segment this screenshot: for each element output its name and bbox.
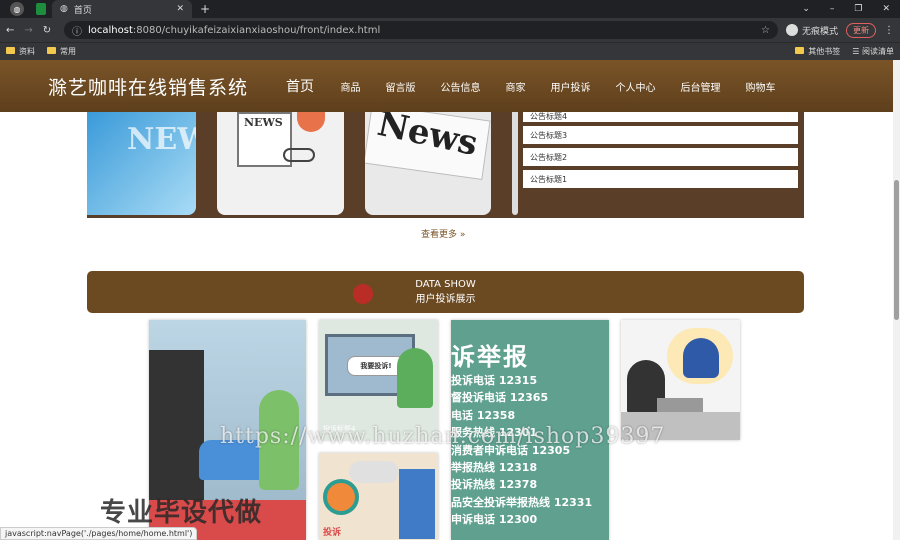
reading-list[interactable]: ☰ 阅读清单 [852,46,894,57]
folder-icon [795,47,805,54]
url-host: localhost [88,24,133,36]
person-illustration [397,348,433,408]
notice-item[interactable]: 公告标题4 [523,112,798,122]
magnifier-illustration [297,112,325,132]
browser-tab-strip: ◍ ◍ 首页 ✕ + ⌄ – ❐ ✕ [0,0,900,18]
globe-icon[interactable]: ◍ [10,2,24,16]
hotline-item: 申诉电话 12300 [451,513,538,527]
double-chevron-right-icon: » [459,230,466,240]
watermark-text: 专业毕设代做 [100,498,263,528]
incognito-icon [785,24,798,36]
bookmarks-bar: 资料 常用 其他书签 ☰ 阅读清单 [0,42,900,60]
complaint-card[interactable]: 投诉 [319,453,438,540]
scroll-thumb[interactable] [894,180,899,320]
bookmark-1[interactable]: 常用 [47,46,76,57]
hotline-item: 督投诉电话 12365 [451,391,549,405]
sheets-icon[interactable] [36,3,46,15]
browser-tab[interactable]: ◍ 首页 ✕ [52,0,192,18]
hotline-item: 投诉电话 12315 [451,374,538,387]
complaint-card[interactable]: 我要投诉! 投诉标题4 [319,320,438,440]
speech-bubble-text: 我要投诉! [360,362,392,370]
restore-icon[interactable]: ❐ [854,4,862,14]
update-button[interactable]: 更新 [846,22,876,38]
other-bookmarks[interactable]: 其他书签 [795,46,840,57]
close-window-icon[interactable]: ✕ [882,4,890,14]
globe-icon: ◍ [60,4,68,14]
telephone-illustration [323,479,359,515]
notice-item[interactable]: 公告标题2 [523,148,798,166]
hotline-item: 电话 12358 [451,408,516,422]
reload-icon[interactable]: ↻ [43,25,51,36]
notice-item[interactable]: 公告标题3 [523,126,798,144]
news-card[interactable] [512,112,518,215]
address-bar-row: ← → ↻ ⓘ localhost:8080/chuyikafeizaixian… [0,18,900,42]
info-icon[interactable]: ⓘ [72,23,82,38]
cursor-highlight [353,284,373,304]
news-card[interactable]: NEWS [217,112,344,215]
hotline-title: 诉举报 [451,343,529,371]
incognito-label: 无痕模式 [801,26,838,37]
hotline-item: 品安全投诉举报热线 12331 [451,495,593,509]
nav-guestbook[interactable]: 留言版 [373,79,428,94]
news-card-word: NEWS [244,116,283,129]
news-section: NEW NEWS News 公告标题4 公告标题3 公告标题2 公告标题1 [87,112,804,218]
view-more-link[interactable]: 查看更多 » [421,227,465,240]
folder-icon [47,47,56,54]
nav-complaints[interactable]: 用户投诉 [538,79,603,94]
nav-home[interactable]: 首页 [286,76,328,96]
incognito-indicator[interactable]: 无痕模式 [785,24,838,37]
more-icon[interactable]: ⋮ [884,25,894,36]
watermark-url: https://www.huzhan.com/ishop39397 [220,424,666,449]
forward-icon[interactable]: → [24,25,32,36]
data-show-subtitle: 用户投诉展示 [415,294,476,305]
news-card[interactable]: News [365,112,491,215]
handset-illustration [349,461,399,483]
tab-title: 首页 [73,5,92,16]
nav-profile[interactable]: 个人中心 [603,79,668,94]
url-path: :8080/chuyikafeizaixianxiaoshou/front/in… [132,24,381,36]
new-tab-icon[interactable]: + [200,2,210,16]
page-scrollbar[interactable] [893,60,900,540]
close-icon[interactable]: ✕ [176,4,184,14]
data-show-title: DATA SHOW [415,279,476,290]
nav-products[interactable]: 商品 [328,79,373,94]
reading-list-icon: ☰ [852,47,862,56]
hotline-item: 投诉热线 12378 [451,478,538,492]
notice-item[interactable]: 公告标题1 [523,170,798,188]
laptop-illustration [657,398,703,412]
minimize-icon[interactable]: – [830,4,835,14]
status-bar-url: javascript:navPage('./pages/home/home.ht… [0,527,198,540]
news-card-word: NEW [127,122,196,157]
notice-list: 公告标题4 公告标题3 公告标题2 公告标题1 [523,112,798,192]
book-illustration [399,469,435,539]
url-field[interactable]: ⓘ localhost:8080/chuyikafeizaixianxiaosh… [64,21,778,39]
complaint-card[interactable] [621,320,740,440]
page-content: NEW NEWS News 公告标题4 公告标题3 公告标题2 公告标题1 查看… [0,112,893,540]
back-icon[interactable]: ← [6,25,14,36]
nav-notices[interactable]: 公告信息 [428,79,493,94]
site-title[interactable]: 滁艺咖啡在线销售系统 [48,73,286,100]
news-card[interactable]: NEW [87,112,196,215]
bookmark-0[interactable]: 资料 [6,46,35,57]
complaint-caption: 投诉 [323,528,342,538]
nav-cart[interactable]: 购物车 [733,79,788,94]
nav-merchants[interactable]: 商家 [493,79,538,94]
chevron-down-icon[interactable]: ⌄ [802,4,810,14]
main-nav: 首页 商品 留言版 公告信息 商家 用户投诉 个人中心 后台管理 购物车 [286,76,788,96]
nav-admin[interactable]: 后台管理 [668,79,733,94]
star-icon[interactable]: ☆ [761,25,770,36]
folder-icon [6,47,15,54]
support-agent-illustration [683,338,719,378]
glasses-illustration [283,148,315,162]
data-show-banner: DATA SHOW 用户投诉展示 [87,271,804,313]
hotline-item: 举报热线 12318 [451,461,538,475]
site-header: 滁艺咖啡在线销售系统 首页 商品 留言版 公告信息 商家 用户投诉 个人中心 后… [0,60,893,112]
